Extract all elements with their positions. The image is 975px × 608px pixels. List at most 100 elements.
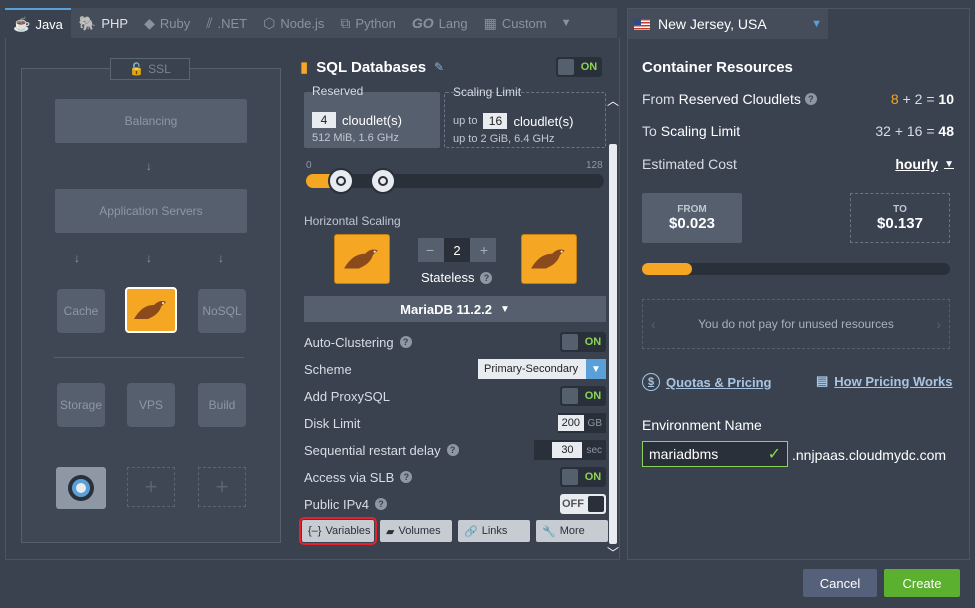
from-reserved-row: From Reserved Cloudlets ? 8 + 2 = 10 [642,91,954,107]
quotas-pricing-link[interactable]: $ Quotas & Pricing [642,373,771,391]
vps-node[interactable]: VPS [127,383,175,427]
env-name-input[interactable]: mariadbms ✓ [642,441,788,467]
scrollbar[interactable]: ︿ ﹀ [607,92,619,562]
build-node[interactable]: Build [198,383,246,427]
increment-button[interactable]: + [472,242,496,258]
more-button[interactable]: 🔧 More [536,520,608,542]
sql-title: SQL Databases [316,58,427,76]
caret-down-icon: ▼ [499,303,510,315]
cloudlet-slider[interactable] [306,168,604,194]
ipv4-row: Public IPv4 ? OFF [304,493,606,515]
scroll-down-icon[interactable]: ﹀ [607,544,619,561]
decrement-button[interactable]: − [418,242,442,258]
scaling-input[interactable]: 16 [483,113,508,129]
help-icon[interactable]: ? [400,471,413,483]
tab-label: Custom [501,15,547,31]
tab-nodejs[interactable]: ⬡ Node.js [255,8,332,38]
caret-down-icon: ▼ [811,18,822,30]
cache-node[interactable]: Cache [57,289,105,333]
tab-ruby[interactable]: ◆ Ruby [136,8,198,38]
scroll-up-icon[interactable]: ︿ [607,92,619,109]
sql-action-buttons: {–} Variables ▰ Volumes 🔗 Links 🔧 More [299,517,612,545]
tab-custom[interactable]: ▦ Custom [476,8,555,38]
region-selector[interactable]: New Jersey, USA ▼ [628,9,828,39]
price-to-box: TO $0.137 [850,193,950,243]
lock-icon: 🔓 [129,62,145,76]
engine-tabs: ☕ Java 🐘 PHP ◆ Ruby ⫽ .NET ⬡ Node.js ⧉ P… [5,8,617,38]
ssl-label: SSL [148,62,171,76]
pencil-icon[interactable]: ✎ [434,60,444,74]
tab-label: Ruby [159,15,191,31]
scaling-handle[interactable] [370,168,396,194]
variables-button[interactable]: {–} Variables [299,517,377,545]
us-flag-icon [634,18,650,30]
help-icon[interactable]: ? [399,336,412,348]
arrow-down-icon: ↓ [218,251,224,265]
arrow-down-icon: ↓ [146,251,152,265]
restart-delay-field[interactable]: 30 sec [534,440,606,460]
reserved-handle[interactable] [328,168,354,194]
tab-label: Java [35,16,63,32]
auto-clustering-toggle[interactable]: ON [560,332,606,352]
links-button[interactable]: 🔗 Links [458,520,530,542]
tab-label: Node.js [280,15,325,31]
app-servers-block[interactable]: Application Servers [55,189,247,233]
go-icon: GO [411,15,434,31]
help-icon[interactable]: ? [446,444,459,456]
document-icon: ▤ [816,373,829,388]
ssl-toggle[interactable]: 🔓 SSL [110,58,190,80]
node-count-value[interactable]: 2 [444,238,470,262]
docker-node[interactable] [56,467,106,509]
slider-min-label: 0 [306,160,312,171]
ipv4-toggle[interactable]: OFF [560,494,606,514]
price-to-value: $0.137 [877,215,923,232]
reserved-input[interactable]: 4 [312,112,336,128]
disk-limit-field[interactable]: 200 GB [558,413,606,433]
scheme-select[interactable]: Primary-Secondary ▼ [478,359,606,379]
scaling-specs: up to 2 GiB, 6.4 GHz [453,133,555,145]
tab-python[interactable]: ⧉ Python [332,8,403,38]
horizontal-scaling-title: Horizontal Scaling [304,214,401,228]
chevron-left-icon[interactable]: ‹ [651,316,656,332]
chevron-right-icon[interactable]: › [936,316,941,332]
scrollbar-thumb[interactable] [609,144,617,544]
stateless-label: Stateless ? [421,270,493,285]
balancing-block[interactable]: Balancing [55,99,247,143]
version-dropdown[interactable]: MariaDB 11.2.2 ▼ [304,296,606,322]
nodejs-icon: ⬡ [263,14,276,31]
caret-down-icon: ▼ [944,158,954,170]
tab-label: Python [355,15,396,31]
help-icon[interactable]: ? [804,93,817,105]
create-button[interactable]: Create [884,569,960,597]
sql-on-toggle[interactable]: ON [556,57,602,77]
storage-node[interactable]: Storage [57,383,105,427]
mariadb-node-icon [334,234,390,284]
period-dropdown[interactable]: hourly ▼ [895,156,954,172]
slb-toggle[interactable]: ON [560,467,606,487]
volumes-button[interactable]: ▰ Volumes [380,520,452,542]
tabs-dropdown-icon[interactable]: ▼ [557,17,576,29]
proxysql-row: Add ProxySQL ON [304,385,606,407]
disk-limit-row: Disk Limit 200 GB [304,412,606,434]
tab-go[interactable]: GO Lang [404,8,476,38]
folder-icon: ▰ [386,525,395,538]
how-pricing-works-link[interactable]: ▤ How Pricing Works [816,373,953,389]
tab-php[interactable]: 🐘 PHP [71,8,136,38]
unused-resources-info: ‹ You do not pay for unused resources › [642,299,950,349]
topology-panel: 🔓 SSL Balancing ↓ Application Servers ↓ … [21,58,281,543]
help-icon[interactable]: ? [480,271,493,284]
help-icon[interactable]: ? [375,498,388,510]
reserved-specs: 512 MiB, 1.6 GHz [312,132,399,144]
sql-node-selected[interactable] [125,287,177,333]
tab-dotnet[interactable]: ⫽ .NET [198,8,255,38]
proxysql-toggle[interactable]: ON [560,386,606,406]
arrow-down-icon: ↓ [146,159,152,173]
tab-java[interactable]: ☕ Java [5,8,71,38]
add-node-button[interactable]: + [127,467,175,507]
cancel-button[interactable]: Cancel [803,569,877,597]
php-icon: 🐘 [78,14,97,31]
mariadb-node-icon [521,234,577,284]
add-node-button[interactable]: + [198,467,246,507]
nosql-node[interactable]: NoSQL [198,289,246,333]
arrow-down-icon: ↓ [74,251,80,265]
